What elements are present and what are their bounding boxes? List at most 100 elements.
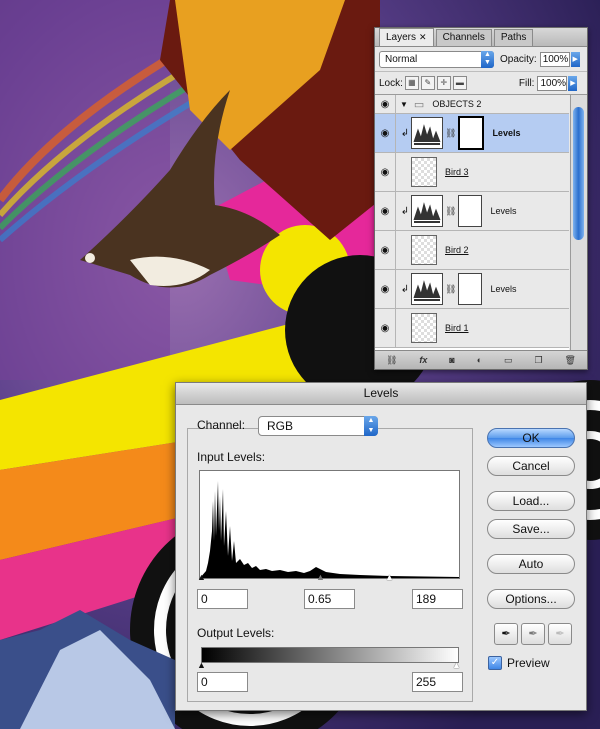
layer-thumbnail: [411, 235, 437, 265]
preview-checkbox-check-icon[interactable]: ✓: [488, 656, 502, 670]
lock-label: Lock:: [379, 77, 403, 89]
visibility-eye-icon[interactable]: ◉: [375, 309, 396, 347]
layers-scrollbar[interactable]: [570, 95, 587, 350]
levels-adjustment-icon: [411, 195, 443, 227]
scrollbar-thumb[interactable]: [573, 107, 584, 240]
visibility-eye-icon[interactable]: ◉: [375, 231, 396, 269]
visibility-eye-icon[interactable]: ◉: [375, 95, 396, 113]
white-eyedropper-icon[interactable]: ✒: [548, 623, 572, 645]
fill-slider-arrow-icon[interactable]: ▶: [568, 75, 578, 91]
blend-mode-value: Normal: [385, 53, 418, 65]
lock-move-icon[interactable]: ✛: [436, 76, 451, 90]
mask-link-icon[interactable]: ⛓: [445, 206, 456, 217]
opacity-input[interactable]: 100%: [539, 51, 570, 67]
mask-link-icon[interactable]: ⛓: [445, 128, 456, 139]
tab-label: Channels: [442, 32, 485, 43]
folder-icon: ▭: [413, 98, 425, 111]
clipping-arrow-icon: ↲: [400, 127, 410, 139]
input-gamma-slider[interactable]: ▲: [316, 573, 325, 582]
fill-input[interactable]: 100%: [537, 75, 568, 91]
cancel-button[interactable]: Cancel: [487, 456, 575, 476]
layer-mask-thumbnail[interactable]: [458, 195, 483, 227]
blend-mode-select[interactable]: Normal ▲ ▼: [379, 50, 494, 68]
input-white-field[interactable]: 189: [412, 589, 463, 609]
new-layer-icon[interactable]: ❐: [535, 355, 543, 366]
lock-fill-row: Lock: ▦ ✎ ✛ ▬ Fill: 100% ▶: [375, 72, 587, 95]
output-black-slider[interactable]: ▲: [197, 661, 206, 670]
input-white-slider[interactable]: ▲: [385, 573, 394, 582]
adjustment-icon[interactable]: ◐: [477, 355, 482, 365]
tab-channels[interactable]: Channels: [435, 29, 492, 46]
layer-group-objects-2[interactable]: ◉ ▼ ▭ OBJECTS 2: [375, 95, 569, 114]
tab-paths[interactable]: Paths: [493, 29, 534, 46]
visibility-eye-icon[interactable]: ◉: [375, 270, 396, 308]
histogram-graph: [200, 481, 459, 578]
visibility-eye-icon[interactable]: ◉: [375, 153, 396, 191]
layer-name: Levels: [490, 206, 517, 216]
preview-option[interactable]: ✓ Preview: [488, 656, 550, 670]
lock-brush-icon[interactable]: ✎: [420, 76, 435, 90]
channel-label: Channel:: [197, 418, 246, 432]
chevron-updown-icon: ▲ ▼: [481, 50, 494, 68]
load-button[interactable]: Load...: [487, 491, 575, 511]
input-black-field[interactable]: 0: [197, 589, 248, 609]
layer-mask-thumbnail[interactable]: [458, 116, 485, 150]
opacity-slider-arrow-icon[interactable]: ▶: [570, 51, 580, 67]
layer-thumbnail: [411, 313, 437, 343]
tab-layers[interactable]: Layers ✕: [379, 28, 434, 46]
input-gamma-field[interactable]: 0.65: [304, 589, 355, 609]
output-white-field[interactable]: 255: [412, 672, 463, 692]
ok-button[interactable]: OK: [487, 428, 575, 448]
save-button[interactable]: Save...: [487, 519, 575, 539]
tab-label: Layers: [386, 32, 417, 43]
layer-name: OBJECTS 2: [432, 99, 482, 109]
layer-name: Levels: [490, 284, 517, 294]
black-eyedropper-icon[interactable]: ✒: [494, 623, 518, 645]
input-levels-label: Input Levels:: [197, 450, 266, 464]
opacity-label: Opacity:: [500, 53, 537, 65]
clipping-arrow-icon: ↲: [400, 205, 410, 217]
dialog-title: Levels: [176, 383, 586, 405]
disclosure-triangle-icon[interactable]: ▼: [400, 100, 408, 109]
mask-icon[interactable]: ◙: [449, 355, 454, 365]
visibility-eye-icon[interactable]: ◉: [375, 192, 396, 230]
visibility-eye-icon[interactable]: ◉: [375, 114, 396, 152]
link-icon[interactable]: ⛓: [386, 355, 397, 366]
output-levels-label: Output Levels:: [197, 626, 275, 640]
input-black-slider[interactable]: ▲: [197, 573, 206, 582]
layers-panel-tabs: Layers ✕ Channels Paths: [375, 28, 587, 47]
histogram: [199, 470, 460, 579]
preview-label: Preview: [507, 656, 550, 670]
levels-dialog: Levels Channel: RGB ▲ ▼ Input Levels: ▲ ▲…: [175, 382, 587, 711]
output-white-slider[interactable]: ▲: [452, 661, 461, 670]
layer-name: Levels: [492, 128, 521, 138]
close-icon[interactable]: ✕: [419, 32, 427, 42]
layer-levels-1[interactable]: ◉ ↲ ⛓ Levels: [375, 114, 569, 153]
chevron-updown-icon: ▲ ▼: [364, 416, 378, 436]
clipping-arrow-icon: ↲: [400, 283, 410, 295]
output-black-field[interactable]: 0: [197, 672, 248, 692]
fx-icon[interactable]: fx: [419, 355, 427, 365]
layer-name: Bird 3: [445, 167, 469, 177]
auto-button[interactable]: Auto: [487, 554, 575, 574]
channel-select[interactable]: RGB ▲ ▼: [258, 416, 378, 436]
blend-opacity-row: Normal ▲ ▼ Opacity: 100% ▶: [375, 47, 587, 72]
fill-label: Fill:: [518, 77, 535, 89]
levels-adjustment-icon: [411, 273, 443, 305]
output-gradient-bar: [201, 647, 459, 663]
layer-mask-thumbnail[interactable]: [458, 273, 483, 305]
layer-levels-2[interactable]: ◉ ↲ ⛓ Levels: [375, 192, 569, 231]
group-folder-icon[interactable]: ▭: [504, 355, 513, 366]
levels-adjustment-icon: [411, 117, 443, 149]
lock-transparent-icon[interactable]: ▦: [404, 76, 419, 90]
trash-icon[interactable]: 🗑: [565, 355, 576, 366]
layer-name: Bird 2: [445, 245, 469, 255]
layer-bird-3[interactable]: ◉ Bird 3: [375, 153, 569, 192]
options-button[interactable]: Options...: [487, 589, 575, 609]
layer-bird-1[interactable]: ◉ Bird 1: [375, 309, 569, 348]
mask-link-icon[interactable]: ⛓: [445, 284, 456, 295]
layer-levels-3[interactable]: ◉ ↲ ⛓ Levels: [375, 270, 569, 309]
gray-eyedropper-icon[interactable]: ✒: [521, 623, 545, 645]
lock-all-icon[interactable]: ▬: [452, 76, 467, 90]
layer-bird-2[interactable]: ◉ Bird 2: [375, 231, 569, 270]
